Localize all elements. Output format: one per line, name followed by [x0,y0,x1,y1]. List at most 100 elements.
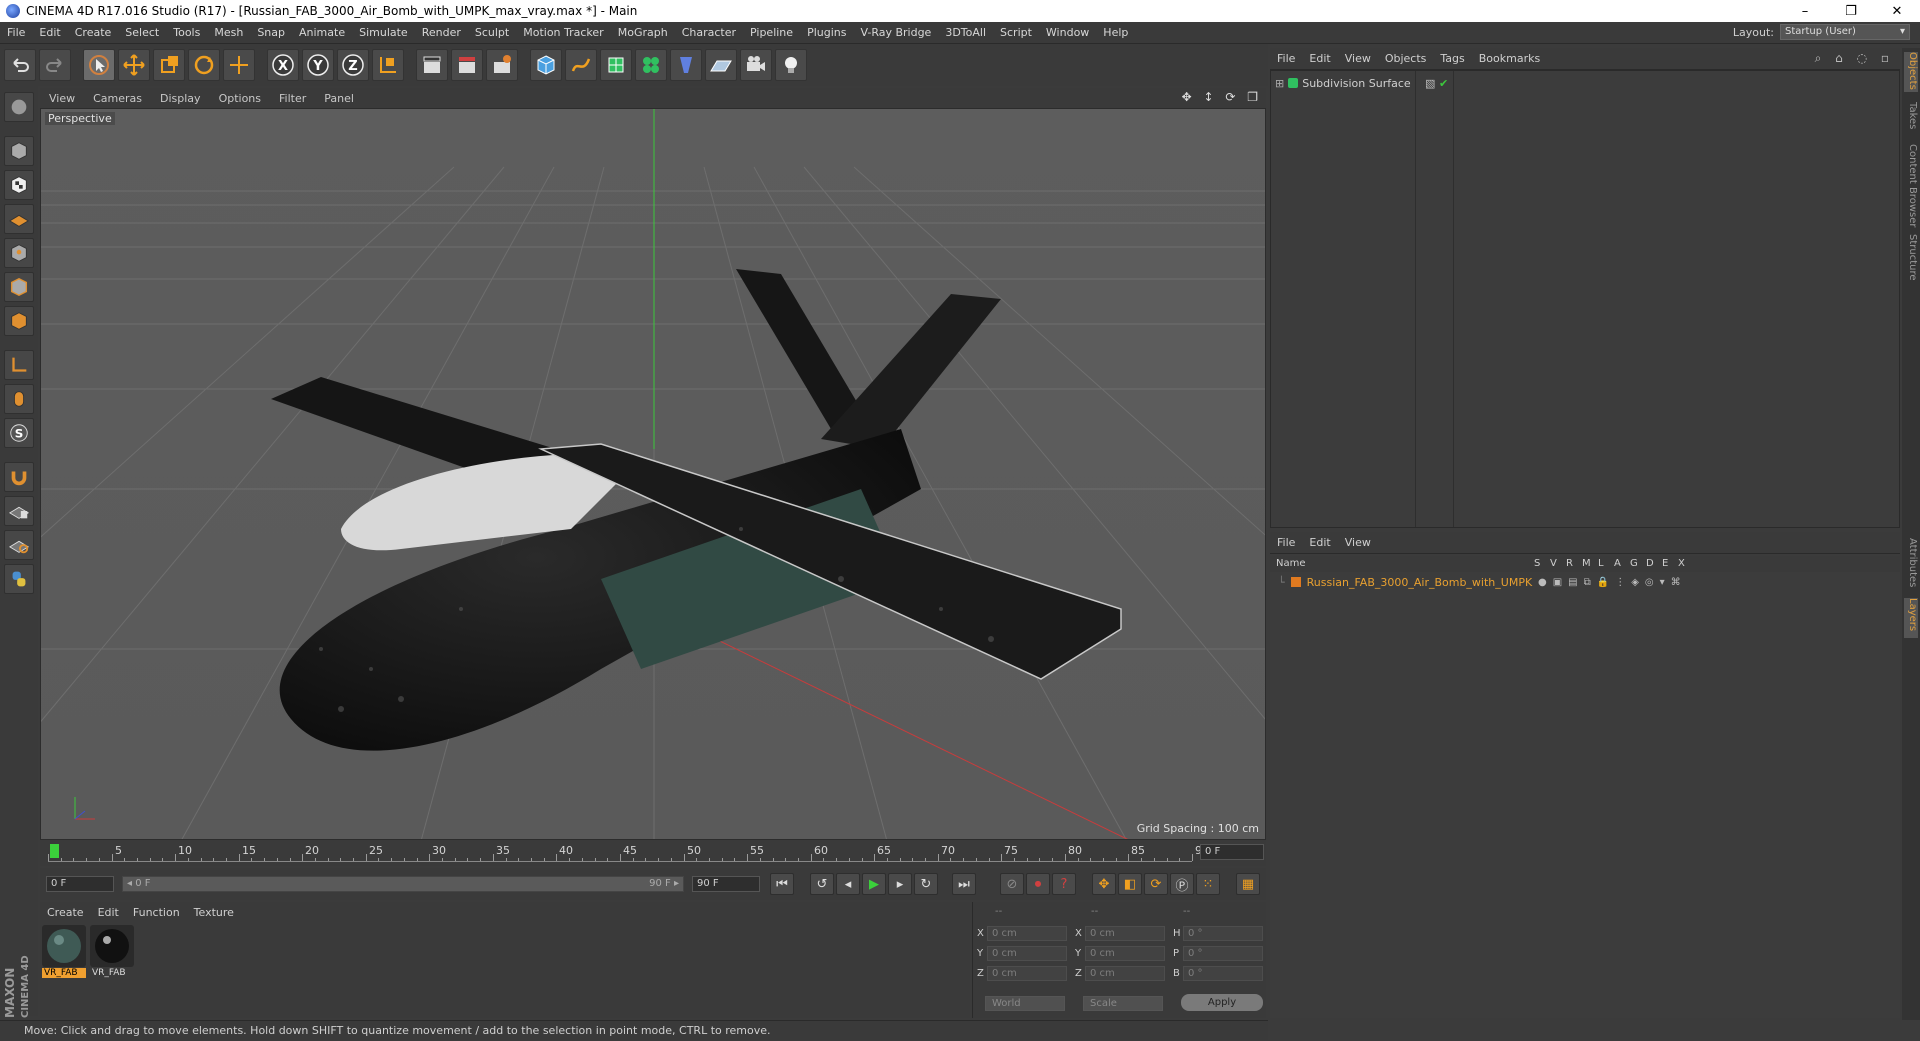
points-mode-button[interactable] [4,238,34,268]
edges-mode-button[interactable] [4,272,34,302]
menu-mesh[interactable]: Mesh [207,26,250,39]
menu-snap[interactable]: Snap [250,26,292,39]
size-x-field[interactable]: 0 cm [1085,926,1165,941]
layer-menu-edit[interactable]: Edit [1302,536,1337,549]
viewport-menu-filter[interactable]: Filter [270,92,315,105]
texture-mode-button[interactable] [4,170,34,200]
menu-select[interactable]: Select [118,26,166,39]
make-editable-button[interactable] [4,92,34,122]
tab-content-browser[interactable]: Content Browser [1904,144,1918,228]
model-mode-button[interactable] [4,136,34,166]
material-menu-function[interactable]: Function [126,906,187,919]
layer-row[interactable]: └ Russian_FAB_3000_Air_Bomb_with_UMPK ●▣… [1278,574,1681,590]
x-axis-lock-button[interactable]: X [267,49,299,81]
menu-3dtoall[interactable]: 3DToAll [938,26,993,39]
layer-toggle-icons[interactable]: ●▣▤⧉🔒⋮◈◎▾⌘ [1538,577,1687,588]
column-deformers[interactable]: D [1646,558,1654,569]
frame-ruler[interactable]: 051015202530354045505560657075808590 [48,844,1209,862]
menu-help[interactable]: Help [1096,26,1135,39]
lock-workplane-button[interactable] [4,496,34,526]
column-animation[interactable]: A [1614,558,1621,569]
menu-window[interactable]: Window [1039,26,1096,39]
column-expressions[interactable]: E [1662,558,1668,569]
y-axis-lock-button[interactable]: Y [302,49,334,81]
viewport-menu-options[interactable]: Options [210,92,270,105]
menu-plugins[interactable]: Plugins [800,26,853,39]
go-to-previous-key-button[interactable]: ↺ [810,873,834,895]
preview-range-slider[interactable]: ◂ 0 F 90 F ▸ [122,876,684,892]
render-settings-button[interactable] [486,49,518,81]
column-view[interactable]: V [1550,558,1557,569]
column-name[interactable]: Name [1276,558,1306,569]
viewport-nav-icons[interactable]: ✥ ↕ ⟳ ❐ [1182,90,1262,104]
add-cube-button[interactable] [530,49,562,81]
key-pla-button[interactable]: ⁙ [1196,873,1220,895]
object-row[interactable]: ⊞ Subdivision Surface ▧ ✔ [1275,75,1448,91]
layout-select[interactable]: Startup (User) ▾ [1780,24,1910,40]
object-menu-edit[interactable]: Edit [1302,52,1337,65]
go-to-start-button[interactable]: ⏮ [770,873,794,895]
enabled-check-icon[interactable]: ✔ [1439,77,1448,90]
play-button[interactable]: ▶ [862,873,886,895]
visibility-toggle-icon[interactable]: ▧ [1425,77,1435,90]
add-deformer-button[interactable] [670,49,702,81]
snap-button[interactable]: S [4,418,34,448]
rotate-tool-button[interactable] [188,49,220,81]
coordinate-system-button[interactable] [372,49,404,81]
timeline-window-button[interactable]: ▦ [1236,873,1260,895]
object-menu-view[interactable]: View [1338,52,1378,65]
column-generators[interactable]: G [1630,558,1638,569]
end-frame-field[interactable]: 90 F [692,876,760,892]
layer-menu-file[interactable]: File [1270,536,1302,549]
size-y-field[interactable]: 0 cm [1085,946,1165,961]
menu-animate[interactable]: Animate [292,26,352,39]
menu-character[interactable]: Character [675,26,743,39]
record-keys-disabled-button[interactable]: ⊘ [1000,873,1024,895]
3d-viewport[interactable]: Perspective Grid Spacing : 100 cm [40,108,1266,840]
key-parameter-button[interactable]: Ⓟ [1170,873,1194,895]
add-floor-button[interactable] [705,49,737,81]
current-frame-field[interactable]: 0 F [1200,844,1264,860]
python-button[interactable] [4,564,34,594]
render-view-button[interactable] [416,49,448,81]
menu-create[interactable]: Create [68,26,119,39]
object-menu-file[interactable]: File [1270,52,1302,65]
maximize-button[interactable]: ❐ [1828,0,1874,22]
record-active-objects-button[interactable]: ⏺ [1026,873,1050,895]
magnet-button[interactable] [4,462,34,492]
timeline-ruler[interactable]: 051015202530354045505560657075808590 0 F [40,840,1266,866]
menu-script[interactable]: Script [993,26,1039,39]
camera-label[interactable]: Perspective [45,112,115,125]
viewport-menu-cameras[interactable]: Cameras [84,92,151,105]
menu-pipeline[interactable]: Pipeline [743,26,800,39]
workplane-mode-button[interactable] [4,204,34,234]
layer-name[interactable]: Russian_FAB_3000_Air_Bomb_with_UMPK [1307,576,1533,589]
material-swatch[interactable]: VR_FAB [42,925,86,981]
menu-render[interactable]: Render [415,26,468,39]
add-spline-button[interactable] [565,49,597,81]
menu-file[interactable]: File [0,26,32,39]
close-button[interactable]: ✕ [1874,0,1920,22]
go-to-next-key-button[interactable]: ↻ [914,873,938,895]
next-frame-button[interactable]: ▸ [888,873,912,895]
add-light-button[interactable] [775,49,807,81]
tab-structure[interactable]: Structure [1904,234,1918,284]
previous-frame-button[interactable]: ◂ [836,873,860,895]
menu-edit[interactable]: Edit [32,26,67,39]
object-menu-objects[interactable]: Objects [1378,52,1434,65]
menu-sculpt[interactable]: Sculpt [468,26,516,39]
go-to-end-button[interactable]: ⏭ [952,873,976,895]
tab-attributes[interactable]: Attributes [1904,538,1918,592]
apply-button[interactable]: Apply [1181,994,1263,1011]
menu-motion-tracker[interactable]: Motion Tracker [516,26,610,39]
start-frame-field[interactable]: 0 F [46,876,114,892]
redo-button[interactable] [39,49,71,81]
position-x-field[interactable]: 0 cm [987,926,1067,941]
position-y-field[interactable]: 0 cm [987,946,1067,961]
tab-takes[interactable]: Takes [1904,102,1918,136]
add-camera-button[interactable] [740,49,772,81]
position-z-field[interactable]: 0 cm [987,966,1067,981]
rotation-h-field[interactable]: 0 ° [1183,926,1263,941]
material-menu-create[interactable]: Create [40,906,91,919]
column-solo[interactable]: S [1534,558,1540,569]
